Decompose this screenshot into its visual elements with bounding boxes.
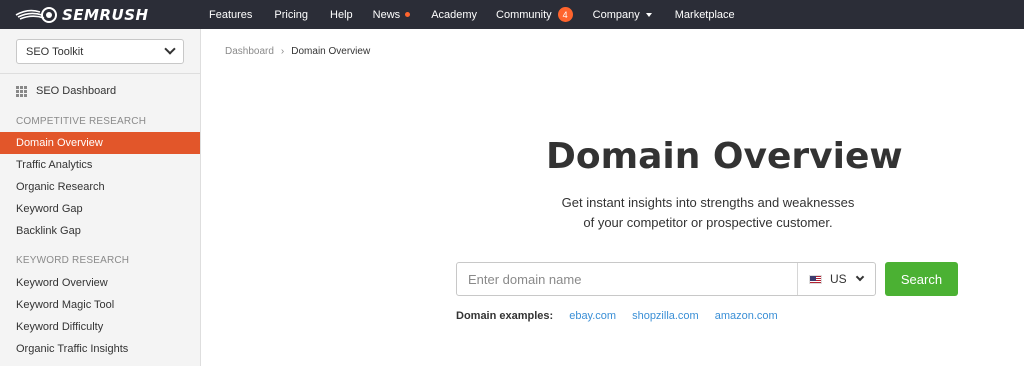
top-navigation-bar: SEMRUSH Features Pricing Help News Acade…: [0, 0, 1024, 29]
nav-academy[interactable]: Academy: [431, 9, 477, 21]
toolkit-select[interactable]: SEO Toolkit: [16, 39, 184, 64]
breadcrumb: Dashboard › Domain Overview: [225, 46, 370, 57]
sidebar-item-keyword-difficulty[interactable]: Keyword Difficulty: [0, 316, 200, 338]
chevron-right-icon: ›: [280, 46, 285, 57]
examples-label: Domain examples:: [456, 310, 554, 322]
sidebar-item-organic-research[interactable]: Organic Research: [0, 176, 200, 198]
nav-marketplace[interactable]: Marketplace: [675, 9, 735, 21]
domain-examples: Domain examples: ebay.com shopzilla.com …: [456, 310, 794, 322]
subtitle-line-1: Get instant insights into strengths and …: [561, 195, 855, 210]
domain-input[interactable]: [457, 263, 797, 295]
nav-news[interactable]: News: [373, 9, 411, 21]
toolkit-select-value: SEO Toolkit: [26, 45, 84, 58]
sidebar: SEO Toolkit SEO Dashboard COMPETITIVE RE…: [0, 29, 201, 366]
nav-community[interactable]: Community 4: [496, 7, 573, 22]
sidebar-item-backlink-gap[interactable]: Backlink Gap: [0, 220, 200, 242]
subtitle-line-2: of your competitor or prospective custom…: [583, 215, 833, 230]
sidebar-item-domain-overview[interactable]: Domain Overview: [0, 132, 200, 154]
page-subtitle: Get instant insights into strengths and …: [486, 193, 930, 233]
nav-company[interactable]: Company: [593, 9, 652, 21]
nav-news-label: News: [372, 8, 401, 21]
nav-community-label: Community: [496, 8, 552, 21]
nav-pricing[interactable]: Pricing: [274, 9, 308, 21]
database-select[interactable]: US: [797, 263, 875, 295]
breadcrumb-dashboard-link[interactable]: Dashboard: [225, 46, 274, 57]
sidebar-item-keyword-magic-tool[interactable]: Keyword Magic Tool: [0, 294, 200, 316]
page-title: Domain Overview: [546, 136, 903, 177]
nav-company-label: Company: [592, 8, 640, 21]
sidebar-item-label: SEO Dashboard: [36, 85, 117, 97]
sidebar-divider: [0, 73, 200, 74]
search-button[interactable]: Search: [885, 262, 958, 296]
caret-down-icon: [645, 12, 652, 17]
sidebar-item-keyword-overview[interactable]: Keyword Overview: [0, 272, 200, 294]
domain-search-box: US: [456, 262, 876, 296]
semrush-flame-logo-icon: [15, 6, 57, 23]
us-flag-icon: [809, 274, 822, 284]
example-link-shopzilla[interactable]: shopzilla.com: [632, 310, 699, 322]
nav-features[interactable]: Features: [209, 9, 252, 21]
breadcrumb-current: Domain Overview: [291, 46, 371, 57]
sidebar-item-keyword-gap[interactable]: Keyword Gap: [0, 198, 200, 220]
news-indicator-dot: [405, 12, 411, 17]
main-nav: Features Pricing Help News Academy Commu…: [209, 0, 735, 29]
community-badge: 4: [557, 7, 573, 22]
logo-text: SEMRUSH: [62, 5, 149, 24]
chevron-down-icon: [855, 272, 865, 282]
sidebar-item-traffic-analytics[interactable]: Traffic Analytics: [0, 154, 200, 176]
semrush-logo[interactable]: SEMRUSH: [14, 5, 149, 24]
nav-help[interactable]: Help: [330, 9, 353, 21]
example-link-amazon[interactable]: amazon.com: [715, 310, 778, 322]
chevron-down-icon: [164, 43, 176, 55]
sidebar-heading-keyword: KEYWORD RESEARCH: [16, 255, 130, 266]
sidebar-item-organic-traffic-insights[interactable]: Organic Traffic Insights: [0, 338, 200, 360]
sidebar-heading-competitive: COMPETITIVE RESEARCH: [16, 116, 147, 127]
example-link-ebay[interactable]: ebay.com: [569, 310, 616, 322]
sidebar-item-seo-dashboard[interactable]: SEO Dashboard: [16, 83, 116, 99]
database-select-value: US: [830, 272, 847, 286]
grid-icon: [16, 85, 27, 97]
